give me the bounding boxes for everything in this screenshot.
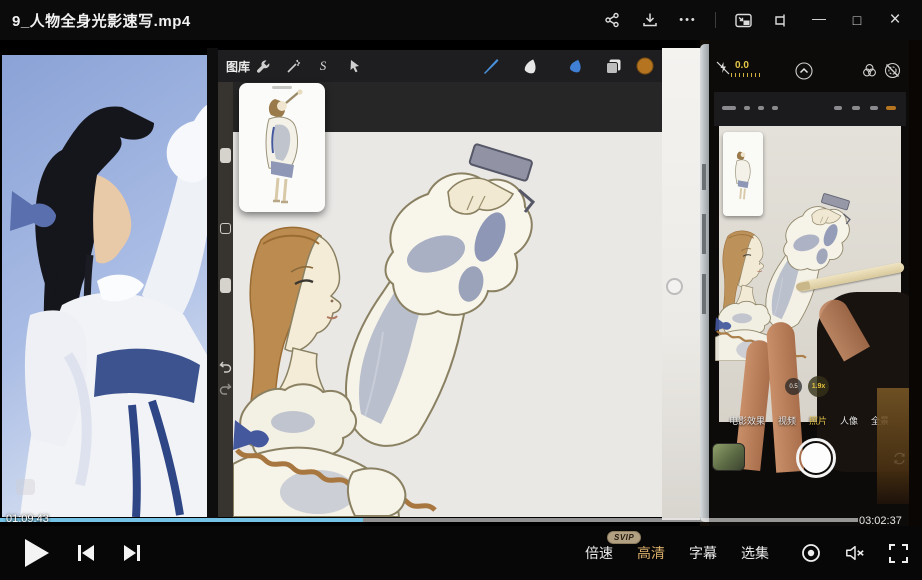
mode-photo-selected: 照片 (809, 414, 827, 427)
settings-icon[interactable] (801, 543, 821, 563)
transform-arrow-icon (344, 56, 366, 76)
redo-icon (219, 382, 232, 395)
procreate-sidebar (218, 82, 233, 517)
video-watermark (16, 479, 35, 495)
floating-overlay-button (666, 278, 683, 295)
procreate-toolbar: 图库 S (218, 50, 662, 82)
layers-icon (602, 56, 624, 76)
phone-screen: 0.0 (709, 40, 909, 528)
mode-video: 视频 (778, 414, 796, 427)
episodes-button[interactable]: 选集 (741, 543, 769, 563)
fullscreen-icon[interactable] (889, 544, 908, 563)
zoom-current-button: 1.9x (808, 376, 829, 397)
phone-frame-edge (700, 44, 709, 522)
video-frame: 图库 S (0, 40, 922, 528)
selection-icon: S (312, 56, 334, 76)
control-bar: 倍速 SVIP 高清 字幕 选集 (0, 526, 922, 580)
close-icon[interactable]: × (880, 5, 910, 35)
quality-wrap: SVIP 高清 (637, 543, 665, 563)
filmed-toolbar (714, 92, 906, 126)
more-icon[interactable]: ••• (673, 5, 703, 35)
adjustments-wand-icon (282, 56, 304, 76)
desk-wood (877, 388, 909, 504)
maximize-icon[interactable]: □ (842, 5, 872, 35)
filter-icon (861, 62, 878, 84)
volume-muted-icon[interactable] (845, 543, 865, 563)
exposure-value: 0.0 (735, 60, 749, 71)
mode-portrait: 人像 (840, 414, 858, 427)
room-shadow (909, 40, 922, 528)
brush-size-slider (220, 148, 231, 163)
svip-badge: SVIP (607, 531, 641, 544)
zoom-0-5x-button: 0.5 (785, 378, 802, 395)
modify-button (220, 223, 231, 234)
reference-thumbnail-card (239, 83, 325, 212)
undo-icon (219, 360, 232, 373)
color-swatch-icon (634, 56, 656, 76)
minimize-icon[interactable]: — (804, 3, 834, 33)
eraser-icon (565, 56, 587, 76)
reference-photo (2, 55, 207, 517)
dock-mini-icon[interactable] (766, 5, 796, 35)
titlebar-divider (715, 12, 716, 28)
smudge-icon (520, 56, 542, 76)
chevron-up-icon (795, 62, 813, 85)
live-photo-off-icon (884, 62, 901, 84)
mode-cinematic: 电影效果 (729, 414, 765, 427)
next-button[interactable] (122, 543, 142, 563)
flash-off-icon (715, 60, 731, 81)
exposure-scale (731, 73, 761, 77)
brush-icon (480, 56, 502, 76)
progress-fill (0, 518, 363, 522)
video-player-window: 9_人物全身光影速写.mp4 ••• — □ × (0, 0, 922, 580)
screen-divider (207, 48, 218, 518)
window-title: 9_人物全身光影速写.mp4 (12, 10, 191, 31)
shutter-button (796, 438, 836, 478)
opacity-slider (220, 278, 231, 293)
wrench-icon (252, 56, 274, 76)
speed-button[interactable]: 倍速 (585, 543, 613, 563)
quality-button[interactable]: 高清 (637, 545, 665, 561)
subtitle-button[interactable]: 字幕 (689, 543, 717, 563)
title-bar: 9_人物全身光影速写.mp4 ••• — □ × (0, 0, 922, 40)
progress-bar[interactable] (0, 518, 858, 522)
gallery-thumbnail (712, 443, 745, 471)
current-time: 01:09:43 (6, 513, 49, 525)
download-icon[interactable] (635, 5, 665, 35)
gallery-button: 图库 (226, 58, 250, 75)
phone-camera-view: 0.0 (700, 40, 922, 528)
play-button[interactable] (24, 538, 50, 568)
share-icon[interactable] (597, 5, 627, 35)
picture-in-picture-icon[interactable] (728, 5, 758, 35)
card-drag-handle (272, 86, 292, 89)
previous-button[interactable] (76, 543, 96, 563)
